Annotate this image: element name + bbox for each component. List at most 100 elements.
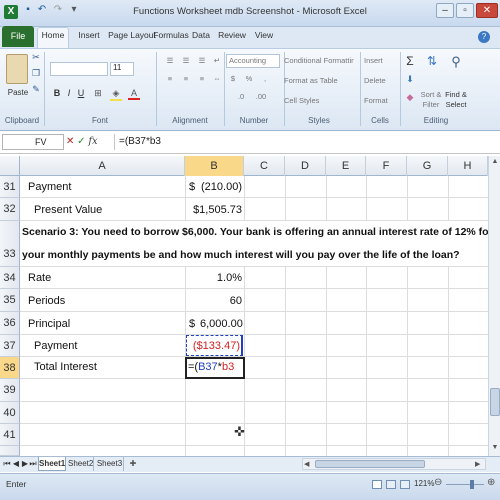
sheet-nav-next-icon[interactable]: ▶ bbox=[21, 457, 29, 471]
wrap-text-icon[interactable]: ↵ bbox=[212, 56, 222, 65]
sort-filter-icon[interactable]: ⇅ bbox=[424, 54, 440, 74]
tab-home[interactable]: Home bbox=[37, 27, 69, 44]
zoom-in-icon[interactable]: ⊕ bbox=[487, 477, 495, 488]
cell-b37[interactable]: ($133.47) bbox=[190, 340, 240, 352]
row-header-35[interactable]: 35 bbox=[0, 289, 20, 312]
italic-icon[interactable]: I bbox=[64, 88, 74, 98]
align-top-icon[interactable]: ☰ bbox=[164, 56, 176, 65]
col-header-a[interactable]: A bbox=[20, 156, 185, 176]
scroll-up-icon[interactable]: ▲ bbox=[490, 158, 500, 165]
cell-a32[interactable]: Present Value bbox=[34, 204, 102, 216]
sheet-tab-sheet2[interactable]: Sheet2 bbox=[68, 457, 94, 471]
cut-icon[interactable]: ✂ bbox=[30, 52, 42, 63]
font-color-icon[interactable]: A bbox=[128, 88, 140, 100]
zoom-level[interactable]: 121% bbox=[414, 479, 434, 488]
cell-b32[interactable]: $1,505.73 bbox=[190, 204, 242, 216]
delete-cells-button[interactable]: Delete bbox=[364, 76, 398, 85]
help-icon[interactable]: ? bbox=[478, 31, 490, 43]
row-header-31[interactable]: 31 bbox=[0, 176, 20, 198]
col-header-e[interactable]: E bbox=[326, 156, 366, 176]
page-break-view-icon[interactable] bbox=[400, 480, 410, 489]
autosum-icon[interactable]: Σ bbox=[404, 54, 416, 68]
row-header-36[interactable]: 36 bbox=[0, 312, 20, 335]
cell-b36[interactable]: 6,000.00 bbox=[200, 318, 243, 330]
cell-a37[interactable]: Payment bbox=[34, 340, 77, 352]
cell-styles-button[interactable]: Cell Styles bbox=[284, 96, 354, 105]
increase-decimal-icon[interactable]: .0 bbox=[234, 92, 248, 101]
col-header-g[interactable]: G bbox=[407, 156, 448, 176]
sheet-nav-first-icon[interactable]: ⏮ bbox=[3, 457, 11, 471]
cell-a34[interactable]: Rate bbox=[28, 272, 51, 284]
formula-input[interactable]: =(B37*b3 bbox=[114, 134, 500, 150]
vertical-scrollbar[interactable]: ▲ ▼ bbox=[488, 156, 500, 456]
paste-button[interactable] bbox=[6, 54, 28, 84]
align-middle-icon[interactable]: ☰ bbox=[180, 56, 192, 65]
copy-icon[interactable]: ❐ bbox=[30, 68, 42, 79]
scroll-right-icon[interactable]: ▶ bbox=[475, 460, 480, 468]
comma-style-icon[interactable]: , bbox=[260, 74, 270, 83]
align-left-icon[interactable]: ≡ bbox=[164, 74, 176, 83]
tab-review[interactable]: Review bbox=[216, 27, 248, 44]
scroll-left-icon[interactable]: ◀ bbox=[304, 460, 309, 468]
tab-insert[interactable]: Insert bbox=[70, 27, 108, 44]
row-header-37[interactable]: 37 bbox=[0, 335, 20, 357]
col-header-b[interactable]: B bbox=[185, 156, 244, 176]
sheet-nav-last-icon[interactable]: ⏭ bbox=[29, 457, 37, 471]
cell-a36[interactable]: Principal bbox=[28, 318, 70, 330]
tab-formulas[interactable]: Formulas bbox=[150, 27, 192, 44]
conditional-formatting-button[interactable]: Conditional Formatting bbox=[284, 56, 354, 65]
select-all-corner[interactable] bbox=[0, 156, 20, 176]
cancel-icon[interactable]: ✕ bbox=[66, 136, 74, 147]
align-center-icon[interactable]: ≡ bbox=[180, 74, 192, 83]
decrease-decimal-icon[interactable]: .00 bbox=[254, 92, 268, 101]
normal-view-icon[interactable] bbox=[372, 480, 382, 489]
row-header-42[interactable] bbox=[0, 446, 20, 456]
horizontal-scrollbar[interactable]: ◀ ▶ bbox=[302, 458, 486, 470]
row-header-32[interactable]: 32 bbox=[0, 198, 20, 221]
cell-b34[interactable]: 1.0% bbox=[190, 272, 242, 284]
row-header-34[interactable]: 34 bbox=[0, 267, 20, 289]
cell-a33-line1[interactable]: Scenario 3: You need to borrow $6,000. Y… bbox=[22, 226, 488, 238]
cell-a35[interactable]: Periods bbox=[28, 295, 65, 307]
enter-icon[interactable]: ✓ bbox=[77, 136, 85, 147]
row-header-38[interactable]: 38 bbox=[0, 357, 20, 379]
scroll-down-icon[interactable]: ▼ bbox=[490, 444, 500, 451]
minimize-icon[interactable]: – bbox=[436, 3, 454, 18]
merge-center-icon[interactable]: ⇔ bbox=[212, 74, 222, 83]
number-format-box[interactable]: Accounting bbox=[226, 54, 280, 68]
zoom-slider-thumb[interactable] bbox=[470, 480, 474, 489]
col-header-d[interactable]: D bbox=[285, 156, 326, 176]
maximize-icon[interactable]: ▫ bbox=[456, 3, 474, 18]
clear-icon[interactable]: ◆ bbox=[404, 92, 416, 103]
borders-icon[interactable]: ⊞ bbox=[92, 88, 104, 99]
fx-icon[interactable]: fx bbox=[88, 136, 97, 147]
insert-cells-button[interactable]: Insert bbox=[364, 56, 398, 65]
percent-icon[interactable]: % bbox=[244, 74, 254, 83]
align-bottom-icon[interactable]: ☰ bbox=[196, 56, 208, 65]
find-select-icon[interactable]: ⚲ bbox=[448, 54, 464, 74]
close-icon[interactable]: ✕ bbox=[476, 3, 498, 18]
col-header-c[interactable]: C bbox=[244, 156, 285, 176]
tab-page-layout[interactable]: Page Layout bbox=[108, 27, 156, 44]
col-header-h[interactable]: H bbox=[448, 156, 488, 176]
cell-b31[interactable]: (210.00) bbox=[200, 181, 242, 193]
align-right-icon[interactable]: ≡ bbox=[196, 74, 208, 83]
row-header-41[interactable]: 41 bbox=[0, 424, 20, 446]
format-cells-button[interactable]: Format bbox=[364, 96, 398, 105]
col-header-f[interactable]: F bbox=[366, 156, 407, 176]
currency-icon[interactable]: $ bbox=[228, 74, 238, 83]
cell-b35[interactable]: 60 bbox=[190, 295, 242, 307]
scroll-thumb[interactable] bbox=[490, 388, 500, 416]
row-header-40[interactable]: 40 bbox=[0, 402, 20, 424]
bold-icon[interactable]: B bbox=[52, 88, 62, 98]
fill-color-icon[interactable]: ◈ bbox=[110, 88, 122, 101]
tab-data[interactable]: Data bbox=[188, 27, 214, 44]
cell-a38[interactable]: Total Interest bbox=[34, 361, 97, 373]
fill-icon[interactable]: ⬇ bbox=[404, 74, 416, 85]
row-header-39[interactable]: 39 bbox=[0, 379, 20, 402]
zoom-slider[interactable] bbox=[446, 480, 484, 489]
zoom-out-icon[interactable]: ⊖ bbox=[434, 477, 442, 488]
underline-icon[interactable]: U bbox=[76, 88, 86, 98]
font-name-box[interactable] bbox=[50, 62, 108, 76]
sheet-tab-sheet3[interactable]: Sheet3 bbox=[96, 457, 124, 471]
